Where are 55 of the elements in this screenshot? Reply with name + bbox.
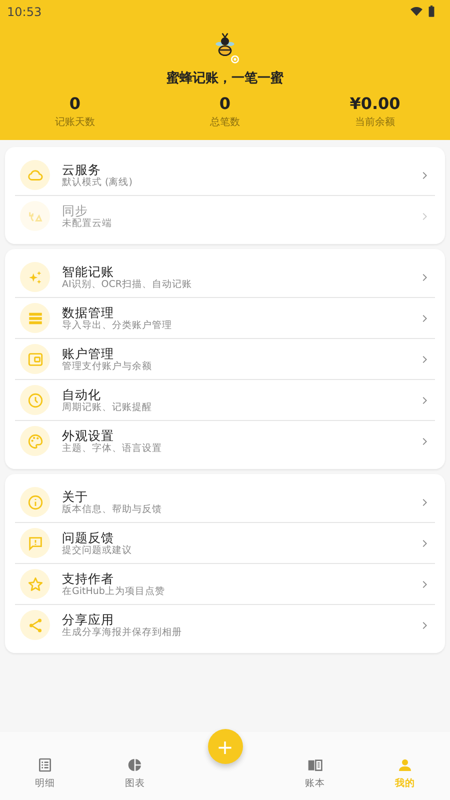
settings-item[interactable]: 关于 版本信息、帮助与反馈: [15, 482, 435, 523]
item-title: 账户管理: [62, 346, 114, 360]
nav-tab[interactable]: 图表: [90, 757, 180, 790]
stat-value: 0: [219, 94, 231, 113]
feedback-icon: [26, 534, 44, 552]
settings-item[interactable]: 智能记账 AI识别、OCR扫描、自动记账: [15, 257, 435, 298]
item-subtitle: 生成分享海报并保存到相册: [62, 626, 183, 638]
item-subtitle: 版本信息、帮助与反馈: [62, 504, 163, 516]
item-subtitle: 主题、字体、语言设置: [62, 442, 163, 454]
stat-label: 当前余额: [355, 116, 395, 129]
person-icon: [397, 757, 413, 773]
item-title: 智能记账: [62, 264, 115, 278]
item-title: 自动化: [62, 386, 102, 402]
settings-item[interactable]: 支持作者 在GitHub上为项目点赞: [15, 564, 435, 605]
star-icon: [26, 576, 44, 592]
pie-chart-icon: [127, 757, 143, 773]
stat-label: 记账天数: [55, 116, 95, 129]
item-title: 关于: [62, 488, 89, 504]
item-title: 外观设置: [62, 428, 115, 442]
item-subtitle: 在GitHub上为项目点赞: [62, 586, 166, 598]
stat-value: 0: [69, 94, 81, 113]
stat-label: 总笔数: [210, 116, 240, 129]
item-subtitle: 默认模式 (离线): [62, 176, 134, 188]
item-title: 同步: [62, 202, 89, 218]
share-icon: [26, 616, 44, 634]
settings-item[interactable]: 账户管理 管理支付账户与余额: [15, 339, 435, 380]
app-slogan: 蜜蜂记账，一笔一蜜: [166, 70, 284, 87]
wallet-icon: [26, 350, 44, 368]
item-title: 分享应用: [62, 612, 115, 626]
settings-item[interactable]: 外观设置 主题、字体、语言设置: [15, 421, 435, 461]
item-title: 云服务: [62, 162, 102, 176]
item-subtitle: 管理支付账户与余额: [62, 360, 153, 372]
wifi-icon: [410, 5, 423, 18]
item-subtitle: 提交问题或建议: [62, 544, 133, 556]
settings-item[interactable]: 分享应用 生成分享海报并保存到相册: [15, 605, 435, 645]
item-subtitle: AI识别、OCR扫描、自动记账: [62, 278, 194, 290]
settings-item[interactable]: 云服务 默认模式 (离线): [15, 155, 435, 196]
clock-icon: [26, 392, 44, 408]
item-subtitle: 未配置云端: [62, 218, 113, 230]
stat-value: ¥0.00: [350, 94, 400, 113]
item-title: 支持作者: [62, 570, 115, 586]
status-time: 10:53: [7, 4, 42, 18]
item-subtitle: 导入导出、分类账户管理: [62, 320, 173, 332]
settings-item[interactable]: 问题反馈 提交问题或建议: [15, 523, 435, 564]
nav-tab[interactable]: 账本: [270, 757, 360, 790]
item-title: 问题反馈: [62, 530, 115, 544]
nav-tab[interactable]: 明细: [0, 757, 90, 790]
settings-item[interactable]: 数据管理 导入导出、分类账户管理: [15, 298, 435, 339]
settings-item[interactable]: 自动化 周期记账、记账提醒: [15, 380, 435, 421]
list-icon: [37, 757, 53, 773]
info-icon: [26, 494, 44, 510]
palette-icon: [26, 432, 44, 450]
item-title: 数据管理: [62, 304, 115, 320]
book-icon: [307, 757, 323, 773]
item-subtitle: 周期记账、记账提醒: [62, 402, 153, 414]
